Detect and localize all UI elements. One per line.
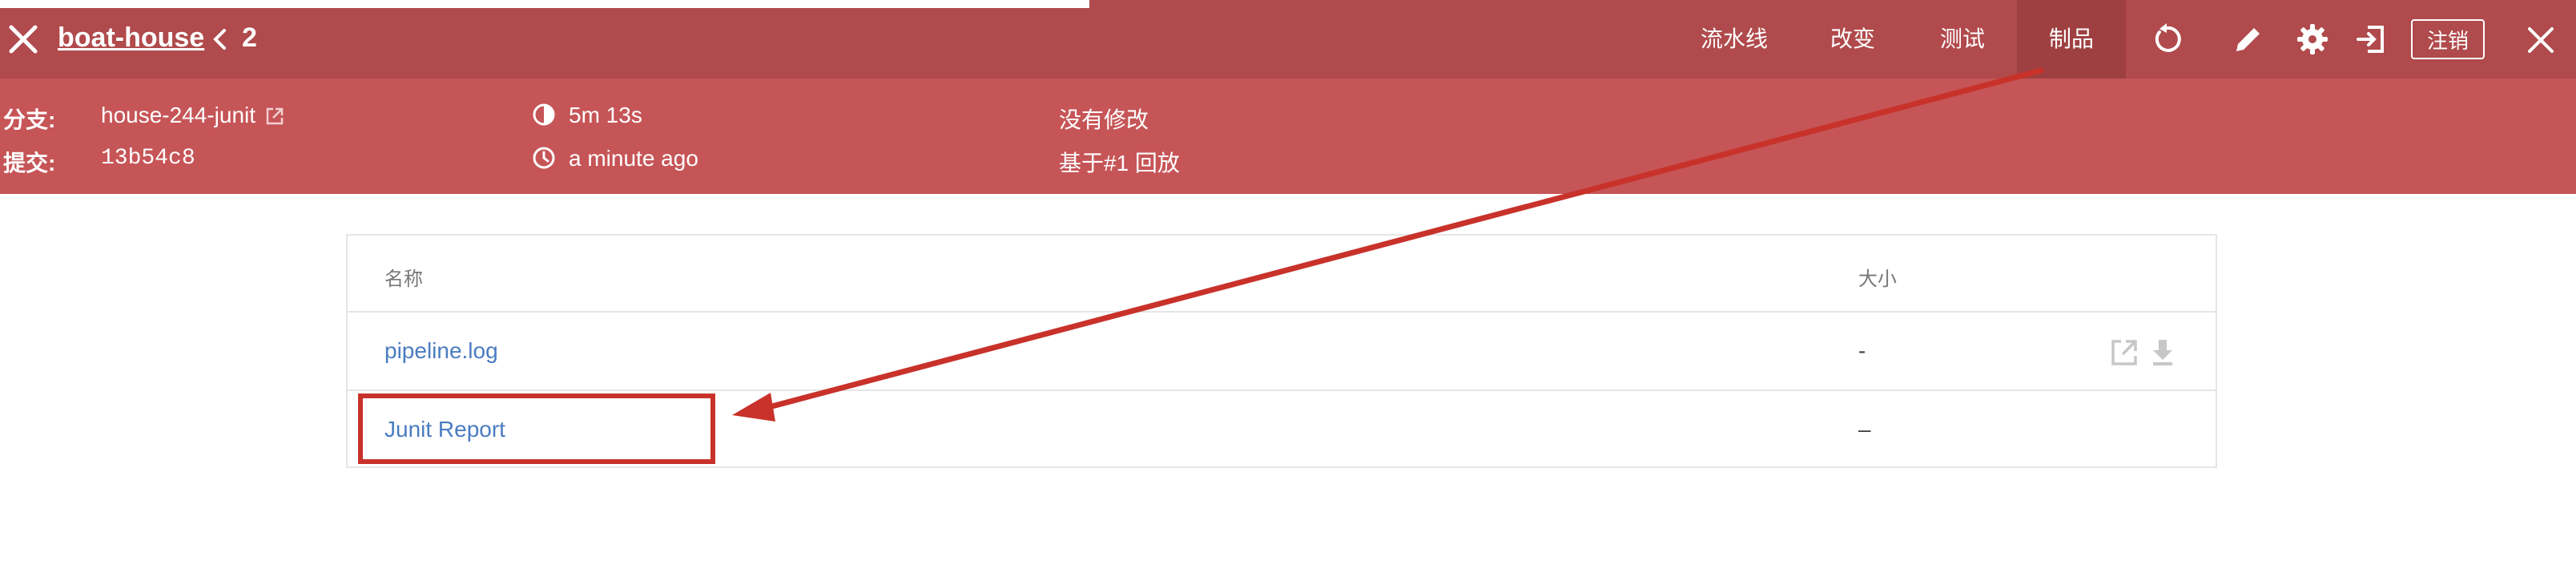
artifact-size: - xyxy=(1858,338,1866,363)
edit-pencil-icon[interactable] xyxy=(2232,22,2265,56)
replay-icon[interactable] xyxy=(2150,22,2184,56)
commit-value[interactable]: 13b54c8 xyxy=(101,146,195,171)
tab-tests[interactable]: 测试 xyxy=(1914,0,2010,79)
branch-value[interactable]: house-244-junit xyxy=(101,103,256,128)
artifact-link-junit-report[interactable]: Junit Report xyxy=(384,417,505,442)
column-header-size: 大小 xyxy=(1858,268,1897,290)
logout-button[interactable]: 注销 xyxy=(2411,19,2485,59)
top-navigation-bar: boat-house 2 流水线 改变 测试 制品 注销 xyxy=(0,0,2576,79)
open-external-icon[interactable] xyxy=(2108,337,2140,369)
artifacts-table: 名称 大小 pipeline.log - Junit Report – xyxy=(346,234,2217,468)
external-link-icon[interactable] xyxy=(264,106,285,127)
close-icon[interactable] xyxy=(5,21,42,58)
table-row: pipeline.log - xyxy=(348,313,2216,391)
tab-pipeline[interactable]: 流水线 xyxy=(1682,0,1786,79)
duration-icon xyxy=(533,103,555,126)
duration-value: 5m 13s xyxy=(569,103,642,127)
clock-icon xyxy=(533,147,555,169)
run-number: 2 xyxy=(242,22,257,53)
commit-label: 提交: xyxy=(3,151,56,176)
column-header-name: 名称 xyxy=(384,268,423,290)
artifact-size: – xyxy=(1858,417,1871,442)
download-icon[interactable] xyxy=(2147,337,2179,369)
replay-of-status: 基于#1 回放 xyxy=(1059,151,1180,176)
run-details-bar: 分支: house-244-junit 提交: 13b54c8 5m 13s a… xyxy=(0,79,2576,194)
branch-label: 分支: xyxy=(3,107,56,132)
settings-gear-icon[interactable] xyxy=(2296,22,2329,56)
artifact-link-pipeline-log[interactable]: pipeline.log xyxy=(384,338,498,364)
loading-progress-bar xyxy=(0,0,1089,8)
time-ago-value: a minute ago xyxy=(569,146,698,171)
pipeline-title-link[interactable]: boat-house xyxy=(58,22,204,54)
sign-out-icon[interactable] xyxy=(2355,22,2389,56)
table-header: 名称 大小 xyxy=(348,236,2216,313)
tab-artifacts[interactable]: 制品 xyxy=(2017,0,2126,79)
close-icon[interactable] xyxy=(2525,24,2557,56)
chevron-left-icon xyxy=(213,29,226,50)
tab-changes[interactable]: 改变 xyxy=(1802,0,1903,79)
table-row: Junit Report – xyxy=(348,391,2216,470)
changes-status: 没有修改 xyxy=(1059,107,1149,132)
